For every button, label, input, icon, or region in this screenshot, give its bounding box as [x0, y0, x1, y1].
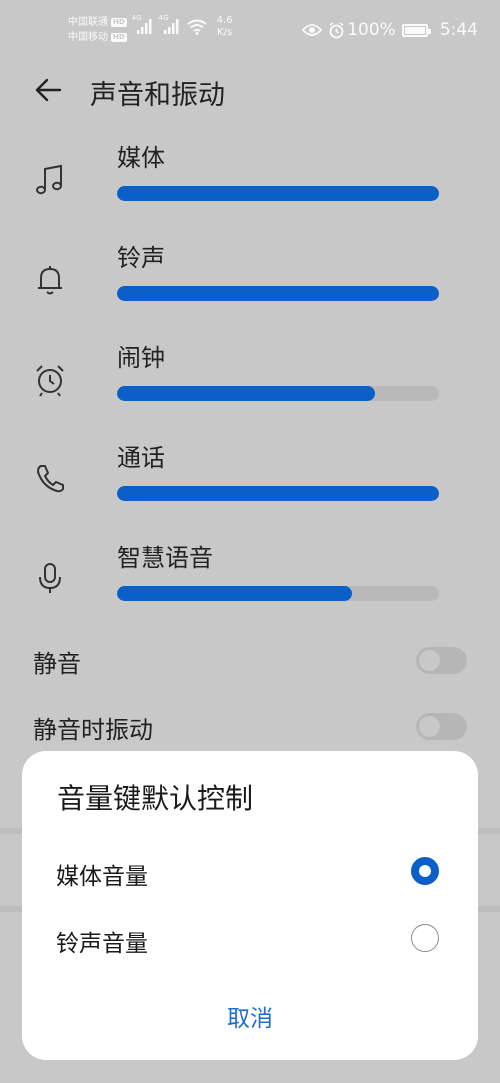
background-divider [478, 906, 500, 912]
music-note-icon [36, 164, 62, 195]
volume-label: 媒体 [117, 144, 165, 172]
switch-label: 静音时振动 [33, 716, 153, 744]
option-media-volume[interactable]: 媒体音量 [22, 839, 478, 905]
volume-row-media: 媒体 [0, 132, 500, 232]
volume-label: 铃声 [117, 244, 165, 272]
eye-icon [302, 24, 323, 36]
status-bar: 中国联通 HD 中国移动 HD 4G 4G 4.6 K/s 100% 5:44 [0, 0, 500, 62]
volume-label: 通话 [117, 444, 165, 472]
carrier-1: 中国联通 [68, 17, 108, 28]
signal-group: 4G 4G [132, 14, 207, 35]
signal-icon: 4G [132, 14, 155, 35]
option-label: 铃声音量 [56, 931, 148, 957]
volume-slider-fill [117, 386, 375, 401]
dialog-title: 音量键默认控制 [57, 782, 254, 815]
phone-icon [37, 465, 64, 493]
background-divider [0, 906, 22, 912]
status-left: 中国联通 HD 中国移动 HD 4G 4G 4.6 K/s [68, 14, 233, 45]
clock-time: 5:44 [439, 20, 478, 40]
volume-row-voice: 智慧语音 [0, 532, 500, 632]
signal-icon: 4G [159, 14, 182, 35]
battery-percent: 100% [347, 20, 396, 40]
silent-mode-row: 静音 [0, 632, 500, 692]
background-divider [0, 828, 22, 834]
battery-icon [401, 23, 431, 37]
volume-row-call: 通话 [0, 432, 500, 532]
volume-label: 智慧语音 [117, 544, 213, 572]
volume-slider[interactable] [117, 186, 439, 201]
volume-key-dialog: 音量键默认控制 媒体音量 铃声音量 取消 [22, 751, 478, 1060]
microphone-icon [39, 563, 61, 593]
back-button[interactable] [30, 72, 68, 108]
wifi-icon [187, 19, 207, 35]
app-header: 声音和振动 [0, 62, 500, 118]
volume-slider-fill [117, 286, 439, 301]
radio-unselected[interactable] [411, 924, 439, 952]
alarm-icon [329, 21, 344, 38]
net-speed: 4.6 K/s [216, 15, 233, 38]
carrier-info: 中国联通 HD 中国移动 HD [68, 15, 127, 45]
vibrate-on-silent-row: 静音时振动 [0, 698, 500, 758]
bell-icon [38, 266, 62, 295]
hd-badge-1: HD [111, 18, 127, 27]
radio-selected[interactable] [411, 857, 439, 885]
volume-row-ringtone: 铃声 [0, 232, 500, 332]
status-right: 100% 5:44 [302, 20, 478, 40]
page-title: 声音和振动 [90, 80, 225, 111]
option-ringtone-volume[interactable]: 铃声音量 [22, 906, 478, 972]
option-label: 媒体音量 [56, 864, 148, 890]
volume-slider[interactable] [117, 486, 439, 501]
volume-row-alarm: 闹钟 [0, 332, 500, 432]
volume-slider[interactable] [117, 586, 439, 601]
alarm-clock-icon [36, 365, 64, 397]
volume-label: 闹钟 [117, 344, 165, 372]
volume-slider[interactable] [117, 286, 439, 301]
volume-slider[interactable] [117, 386, 439, 401]
silent-mode-toggle[interactable] [416, 647, 467, 674]
switch-label: 静音 [33, 650, 81, 678]
back-arrow-icon [35, 78, 62, 102]
hd-badge-2: HD [111, 33, 127, 42]
vibrate-on-silent-toggle[interactable] [416, 713, 467, 740]
volume-slider-fill [117, 586, 353, 601]
volume-slider-fill [117, 486, 439, 501]
carrier-2: 中国移动 [68, 32, 108, 43]
background-divider [478, 828, 500, 834]
cancel-button[interactable]: 取消 [22, 999, 478, 1033]
volume-slider-fill [117, 186, 439, 201]
